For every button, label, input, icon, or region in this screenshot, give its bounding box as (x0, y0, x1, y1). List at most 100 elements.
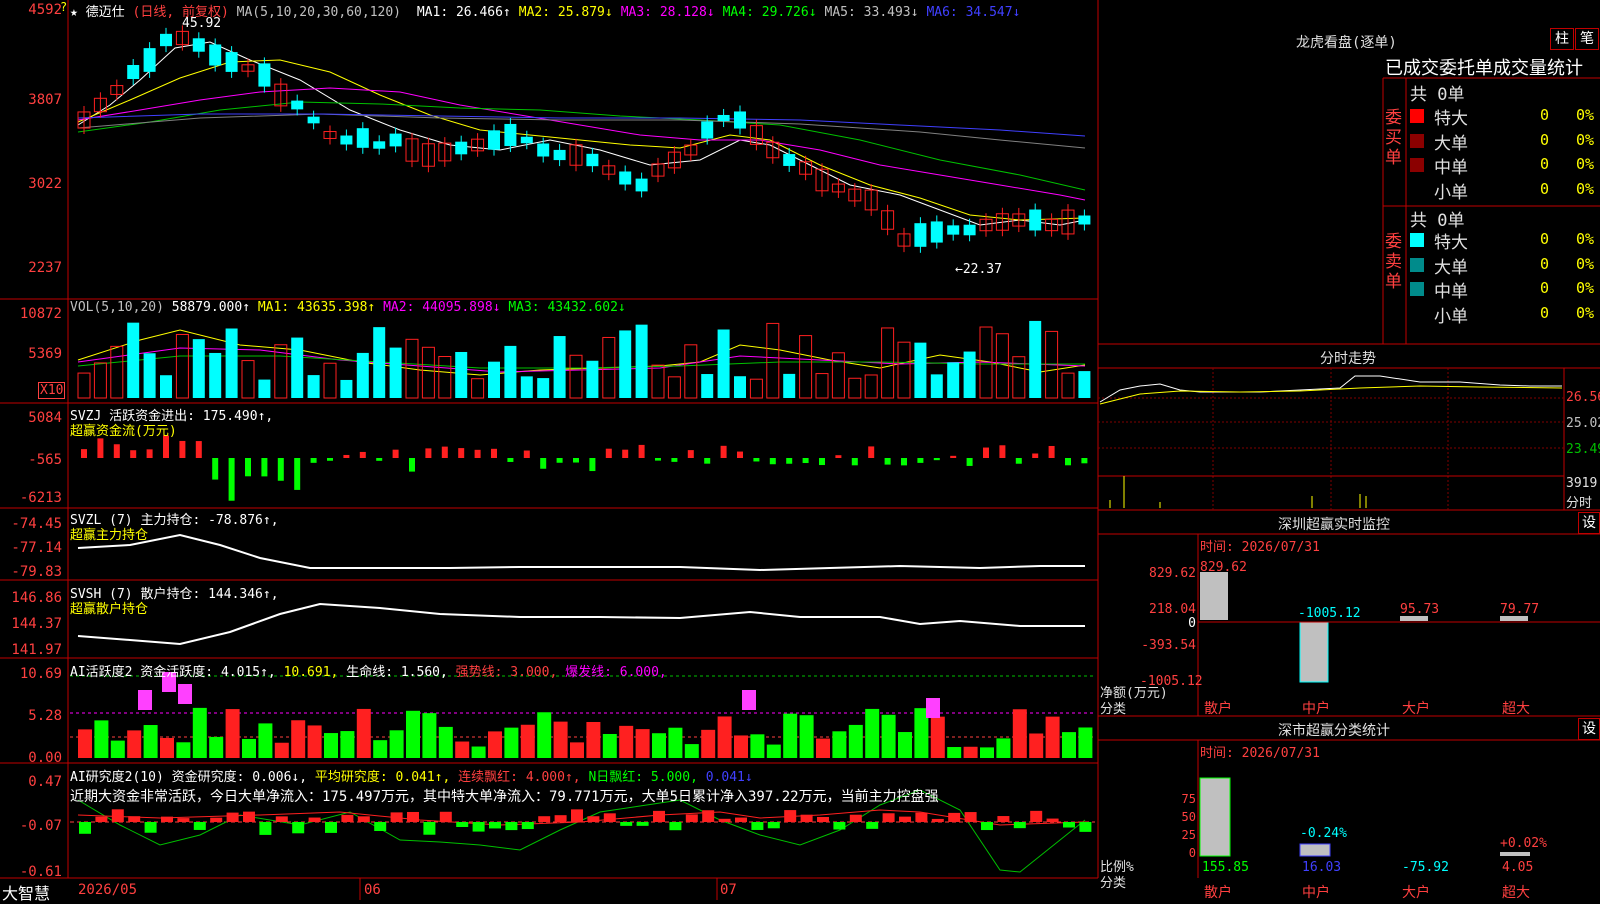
bar-mode-button[interactable]: 柱 (1550, 28, 1574, 50)
activity-bar (406, 710, 420, 758)
research-bar (767, 822, 780, 829)
szstat-time: 时间: 2026/07/31 (1200, 746, 1320, 761)
volume-bar (914, 342, 927, 398)
szstat-pct-2: +0.02% (1500, 836, 1547, 851)
ai1-axis-1: 10.69 (19, 666, 62, 682)
favorite-star-icon[interactable]: ★ (70, 5, 78, 20)
activity-bar (307, 725, 322, 758)
ma-value-2: MA2: 25.879↓ (518, 5, 613, 20)
price-axis-1: 3807 (28, 92, 62, 108)
research-bar (308, 817, 321, 822)
activity-bar (668, 727, 683, 758)
svzj-sub: 超赢资金流(万元) (70, 424, 177, 439)
flow-bar (917, 458, 924, 463)
activity-bar (438, 726, 453, 758)
szstat-bar-4 (1500, 852, 1530, 856)
help-mark[interactable]: ? (60, 0, 67, 14)
svzl-axis-1: -74.45 (11, 516, 62, 532)
activity-peak (178, 684, 192, 704)
date-label-jul: 07 (720, 882, 737, 898)
research-bar (1079, 822, 1092, 832)
szstat-xlabel: 分类 (1100, 876, 1127, 891)
research-bar (1013, 822, 1026, 829)
ai2-note: 近期大资金非常活跃，今日大单净流入：175.497万元，其中特大单净流入：79.… (70, 789, 939, 805)
szstat-settings-button[interactable]: 设 (1578, 718, 1600, 740)
szmon-title: 深圳超赢实时监控 (1278, 517, 1390, 533)
activity-bar (209, 736, 224, 758)
buy-row-2-pct: 0% (1576, 155, 1595, 173)
sell-row-1-name: 大单 (1434, 257, 1468, 278)
vol-value: 58879.000↑ (171, 300, 251, 315)
vol-axis-1: 10872 (19, 306, 62, 322)
activity-peak (926, 698, 940, 718)
research-bar (1063, 822, 1075, 828)
buy-side-label: 委买单 (1385, 108, 1402, 168)
activity-bar (848, 724, 863, 758)
szmon-axis-4: -393.54 (1141, 638, 1196, 653)
activity-bar (537, 712, 552, 758)
ai2-header: AI研究度2(10) 资金研究度: 0.006↓, 平均研究度: 0.041↑,… (70, 766, 753, 785)
flow-bar (622, 449, 629, 458)
activity-bar (488, 731, 502, 758)
buy-row-3-pct: 0% (1576, 179, 1595, 198)
research-bar (915, 812, 928, 822)
flow-bar (589, 458, 596, 472)
szstat-axis-4: 0 (1188, 846, 1196, 860)
volume-bar (356, 352, 369, 398)
ai1-v3: 生命线: 1.560, (346, 665, 448, 680)
szmon-cat-1: 中户 (1302, 701, 1330, 717)
flow-bar (376, 458, 383, 461)
sell-row-2-count: 0 (1540, 279, 1550, 297)
brand-label[interactable]: 大智慧 (2, 880, 50, 904)
activity-bar (324, 733, 338, 758)
vol-ma1: MA1: 43635.398↑ (257, 300, 376, 315)
research-bar (439, 811, 452, 822)
szstat-axis-1: 75 (1181, 792, 1196, 806)
flow-bar (327, 458, 333, 461)
activity-bar (192, 707, 207, 758)
activity-bar (356, 708, 371, 758)
flow-bar (392, 449, 399, 458)
szmon-axis-1: 829.62 (1149, 566, 1196, 581)
activity-bar (225, 709, 240, 758)
lhb-title: 龙虎看盘(逐单) (1296, 35, 1397, 51)
volume-bar (553, 336, 566, 398)
ai2-title: AI研究度2(10) 资金研究度: 0.006↓, (70, 770, 308, 785)
volume-bar (225, 328, 238, 398)
activity-bar (471, 746, 486, 758)
sell-row-0-swatch (1410, 233, 1424, 247)
volume-bar (488, 361, 500, 398)
activity-bar (766, 744, 781, 758)
ai1-v2: 10.691, (283, 665, 339, 680)
szmon-cat-0: 散户 (1204, 701, 1232, 717)
intraday-vol-label: 分时 (1566, 496, 1593, 511)
research-bar (193, 822, 206, 830)
flow-bar (81, 449, 87, 458)
flow-bar (359, 451, 366, 458)
research-bar (521, 822, 534, 830)
szmon-axis-3: 0 (1188, 616, 1196, 631)
sell-row-0-count: 0 (1540, 230, 1550, 248)
ai2-v3: 连续飘红: 4.000↑, (458, 770, 581, 785)
ai1-axis-3: 0.00 (28, 750, 62, 766)
low-label: ←22.37 (955, 262, 1002, 277)
szmon-settings-button[interactable]: 设 (1578, 512, 1600, 534)
sell-row-3-name: 小单 (1434, 306, 1468, 327)
tick-mode-button[interactable]: 笔 (1575, 28, 1599, 50)
research-bar (587, 816, 600, 822)
ai1-title: AI活跃度2 资金活跃度: 4.015↑, (70, 665, 276, 680)
volume-bar (77, 372, 91, 399)
activity-bar (947, 747, 962, 758)
candle-body (340, 135, 353, 145)
volume-bar (734, 376, 746, 398)
volume-bar (143, 353, 156, 398)
ai1-axis-2: 5.28 (28, 708, 62, 724)
candle-body (504, 123, 517, 147)
flow-bar (540, 458, 547, 469)
svzl-axis-2: -77.14 (11, 540, 62, 556)
research-bar (817, 816, 829, 822)
activity-bar (78, 729, 92, 758)
price-axis-top: 4592 (28, 2, 62, 18)
candle-body (225, 52, 238, 72)
buy-row-1-name: 大单 (1434, 133, 1468, 154)
